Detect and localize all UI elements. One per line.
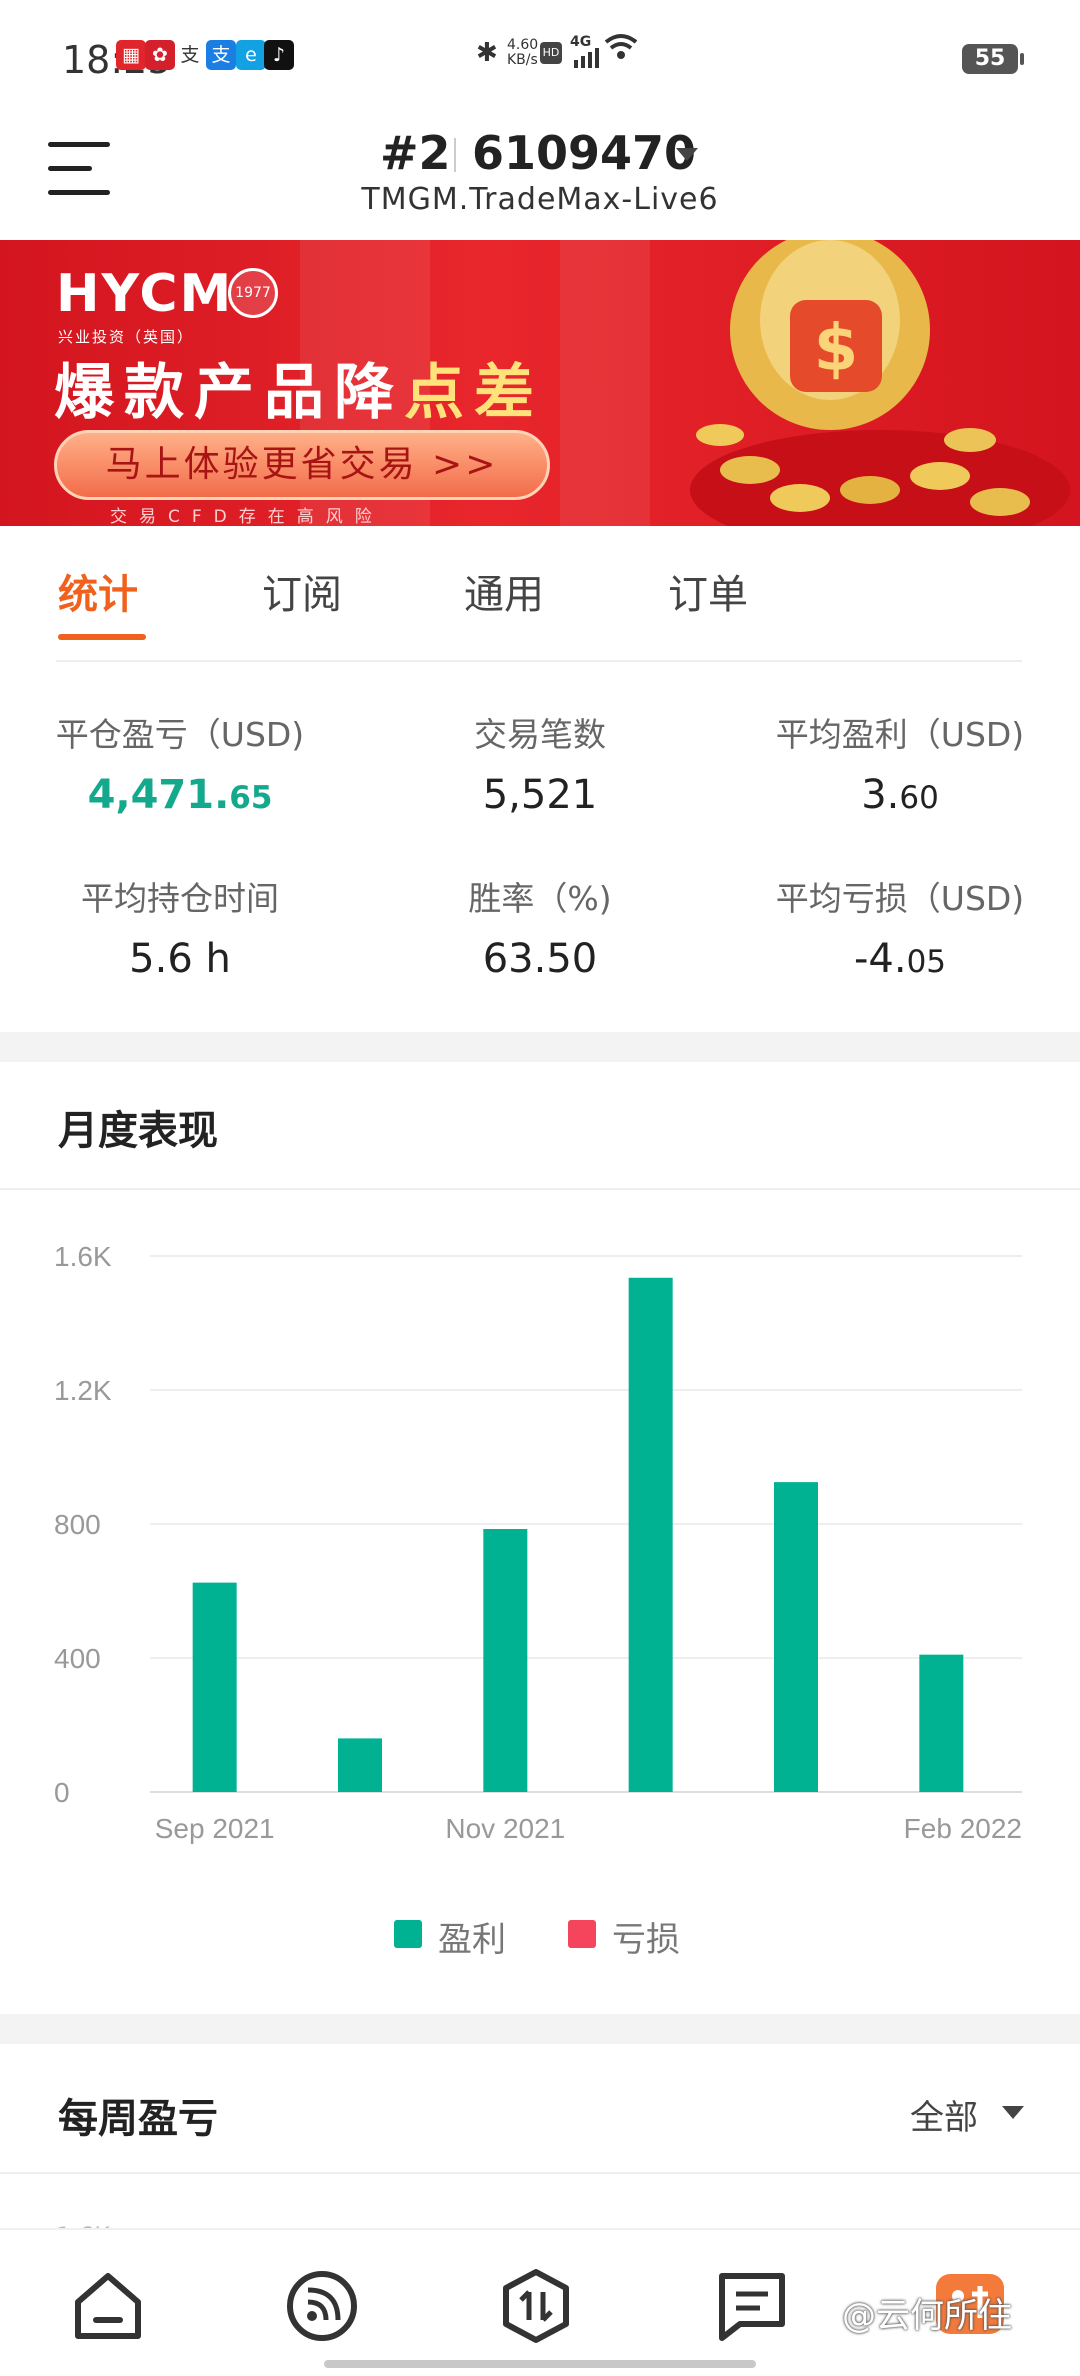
bar-盈利-Jan 2022[interactable] [774, 1482, 818, 1792]
browser-icon: e [236, 40, 266, 70]
y-tick-label: 400 [54, 1643, 101, 1674]
avg-profit-value: 3.60 [750, 772, 1050, 818]
headline-prefix: 爆款产品降 [54, 358, 404, 428]
signal-label: 4G [570, 34, 592, 50]
weekly-filter-dropdown[interactable]: 全部 [910, 2090, 1025, 2138]
y-tick-label: 1.2K [54, 1375, 112, 1406]
avg-hold-time-value: 5.6 h [129, 936, 231, 982]
account-selector[interactable]: #2 6109470 [380, 120, 720, 180]
tab-divider [56, 660, 1022, 662]
monthly-performance-title: 月度表现 [58, 1108, 218, 1154]
app-a-icon: ▦ [116, 40, 146, 70]
watermark: @云何所住 [842, 2296, 1012, 2336]
trade-icon[interactable] [496, 2266, 576, 2346]
avg-loss-main: -4. [853, 936, 907, 982]
avg-loss-value: -4.05 [750, 936, 1050, 982]
account-number: #2 [380, 126, 451, 180]
tab-stats[interactable]: 统计 [58, 562, 138, 620]
trade-count-value: 5,521 [482, 772, 598, 818]
caret-down-icon [676, 148, 698, 161]
win-rate-label: 胜率（%) [468, 879, 612, 918]
tab-general[interactable]: 通用 [464, 562, 544, 620]
coin-illustration: $ [690, 240, 1070, 526]
x-tick-label: Sep 2021 [155, 1813, 275, 1844]
app-b-icon: ✿ [145, 40, 175, 70]
avg-profit-decimal: 60 [899, 780, 939, 816]
banner-headline: 爆款产品降点差 [54, 344, 544, 431]
bluetooth-icon: ✱ [476, 38, 498, 68]
banner-disclaimer: 交易CFD存在高风险 [110, 507, 384, 526]
closed-pnl-value: 4,471.65 [30, 772, 330, 818]
avg-profit-label: 平均盈利（USD) [775, 715, 1025, 754]
bar-盈利-Nov 2021[interactable] [483, 1529, 528, 1792]
avg-hold-time-label: 平均持仓时间 [81, 879, 279, 918]
legend-label-profit: 盈利 [438, 1920, 506, 1960]
alipay-blue-icon: 支 [206, 40, 236, 70]
messages-icon[interactable] [712, 2266, 792, 2346]
home-icon[interactable] [68, 2266, 148, 2346]
home-indicator [324, 2360, 756, 2368]
network-speed: 4.60 KB/s [507, 37, 539, 68]
y-tick-label: 1.6K [54, 1241, 112, 1272]
hd-badge: HD [540, 42, 562, 64]
bar-盈利-Oct 2021[interactable] [338, 1738, 382, 1792]
avg-loss-label: 平均亏损（USD) [775, 879, 1025, 918]
section-gap [0, 2014, 1080, 2044]
status-bar: 18:25 ▦ ✿ 支 支 e ♪ ✱ 4.60 KB/s HD 4G 55 [0, 0, 1080, 110]
section-divider [0, 2172, 1080, 2174]
active-tab-indicator [58, 634, 146, 640]
section-divider [0, 1188, 1080, 1190]
banner-cta-button[interactable]: 马上体验更省交易 >> [54, 430, 550, 500]
trade-count-label: 交易笔数 [474, 715, 606, 754]
closed-pnl-decimal: 65 [229, 780, 273, 816]
bar-盈利-Sep 2021[interactable] [192, 1582, 237, 1792]
x-tick-label: Nov 2021 [445, 1813, 565, 1844]
win-rate-value: 63.50 [482, 936, 598, 982]
headline-highlight: 点差 [404, 358, 544, 428]
signal-icon: 4G [570, 34, 604, 68]
tab-bar: 统计 订阅 通用 订单 [0, 526, 1080, 642]
svg-text:$: $ [814, 312, 859, 386]
y-tick-label: 0 [54, 1777, 70, 1808]
legend-label-loss: 亏损 [612, 1920, 680, 1960]
avg-loss-decimal: 05 [906, 944, 947, 980]
top-bar: #2 6109470 TMGM.TradeMax-Live6 [0, 110, 1080, 240]
tab-orders[interactable]: 订单 [668, 562, 748, 620]
monthly-chart: 0 400 800 1.2K 1.6K Sep 2021 Nov 2021 Feb 2022 [54, 1241, 1022, 1844]
account-id: 6109470 [472, 126, 697, 180]
brand-logo: HYCM [56, 264, 234, 324]
y-tick-label: 800 [54, 1509, 101, 1540]
closed-pnl-label: 平仓盈亏（USD) [55, 715, 305, 754]
closed-pnl-main: 4,471. [87, 772, 230, 818]
legend-swatch-profit [394, 1920, 422, 1948]
wifi-icon [604, 30, 638, 68]
tab-subscribe[interactable]: 订阅 [262, 562, 342, 620]
legend-swatch-loss [568, 1920, 596, 1948]
battery-icon: 55 [962, 44, 1024, 74]
weekly-filter-label: 全部 [910, 2098, 978, 2138]
promo-banner[interactable]: HYCM 1977 兴业投资（英国） 爆款产品降点差 马上体验更省交易 >> 交… [0, 240, 1080, 526]
tiktok-icon: ♪ [264, 40, 294, 70]
feed-icon[interactable] [282, 2266, 362, 2346]
x-tick-label: Feb 2022 [904, 1813, 1022, 1844]
section-gap [0, 1032, 1080, 1062]
alipay-icon: 支 [180, 44, 200, 66]
avg-profit-main: 3. [861, 772, 900, 818]
server-name: TMGM.TradeMax-Live6 [361, 182, 719, 217]
bar-盈利-Dec 2021[interactable] [628, 1277, 673, 1792]
weekly-pnl-title: 每周盈亏 [58, 2096, 218, 2142]
bar-盈利-Feb 2022[interactable] [919, 1654, 964, 1792]
caret-down-icon [1002, 2106, 1024, 2119]
account-separator [454, 138, 456, 172]
brand-seal: 1977 [228, 268, 278, 318]
